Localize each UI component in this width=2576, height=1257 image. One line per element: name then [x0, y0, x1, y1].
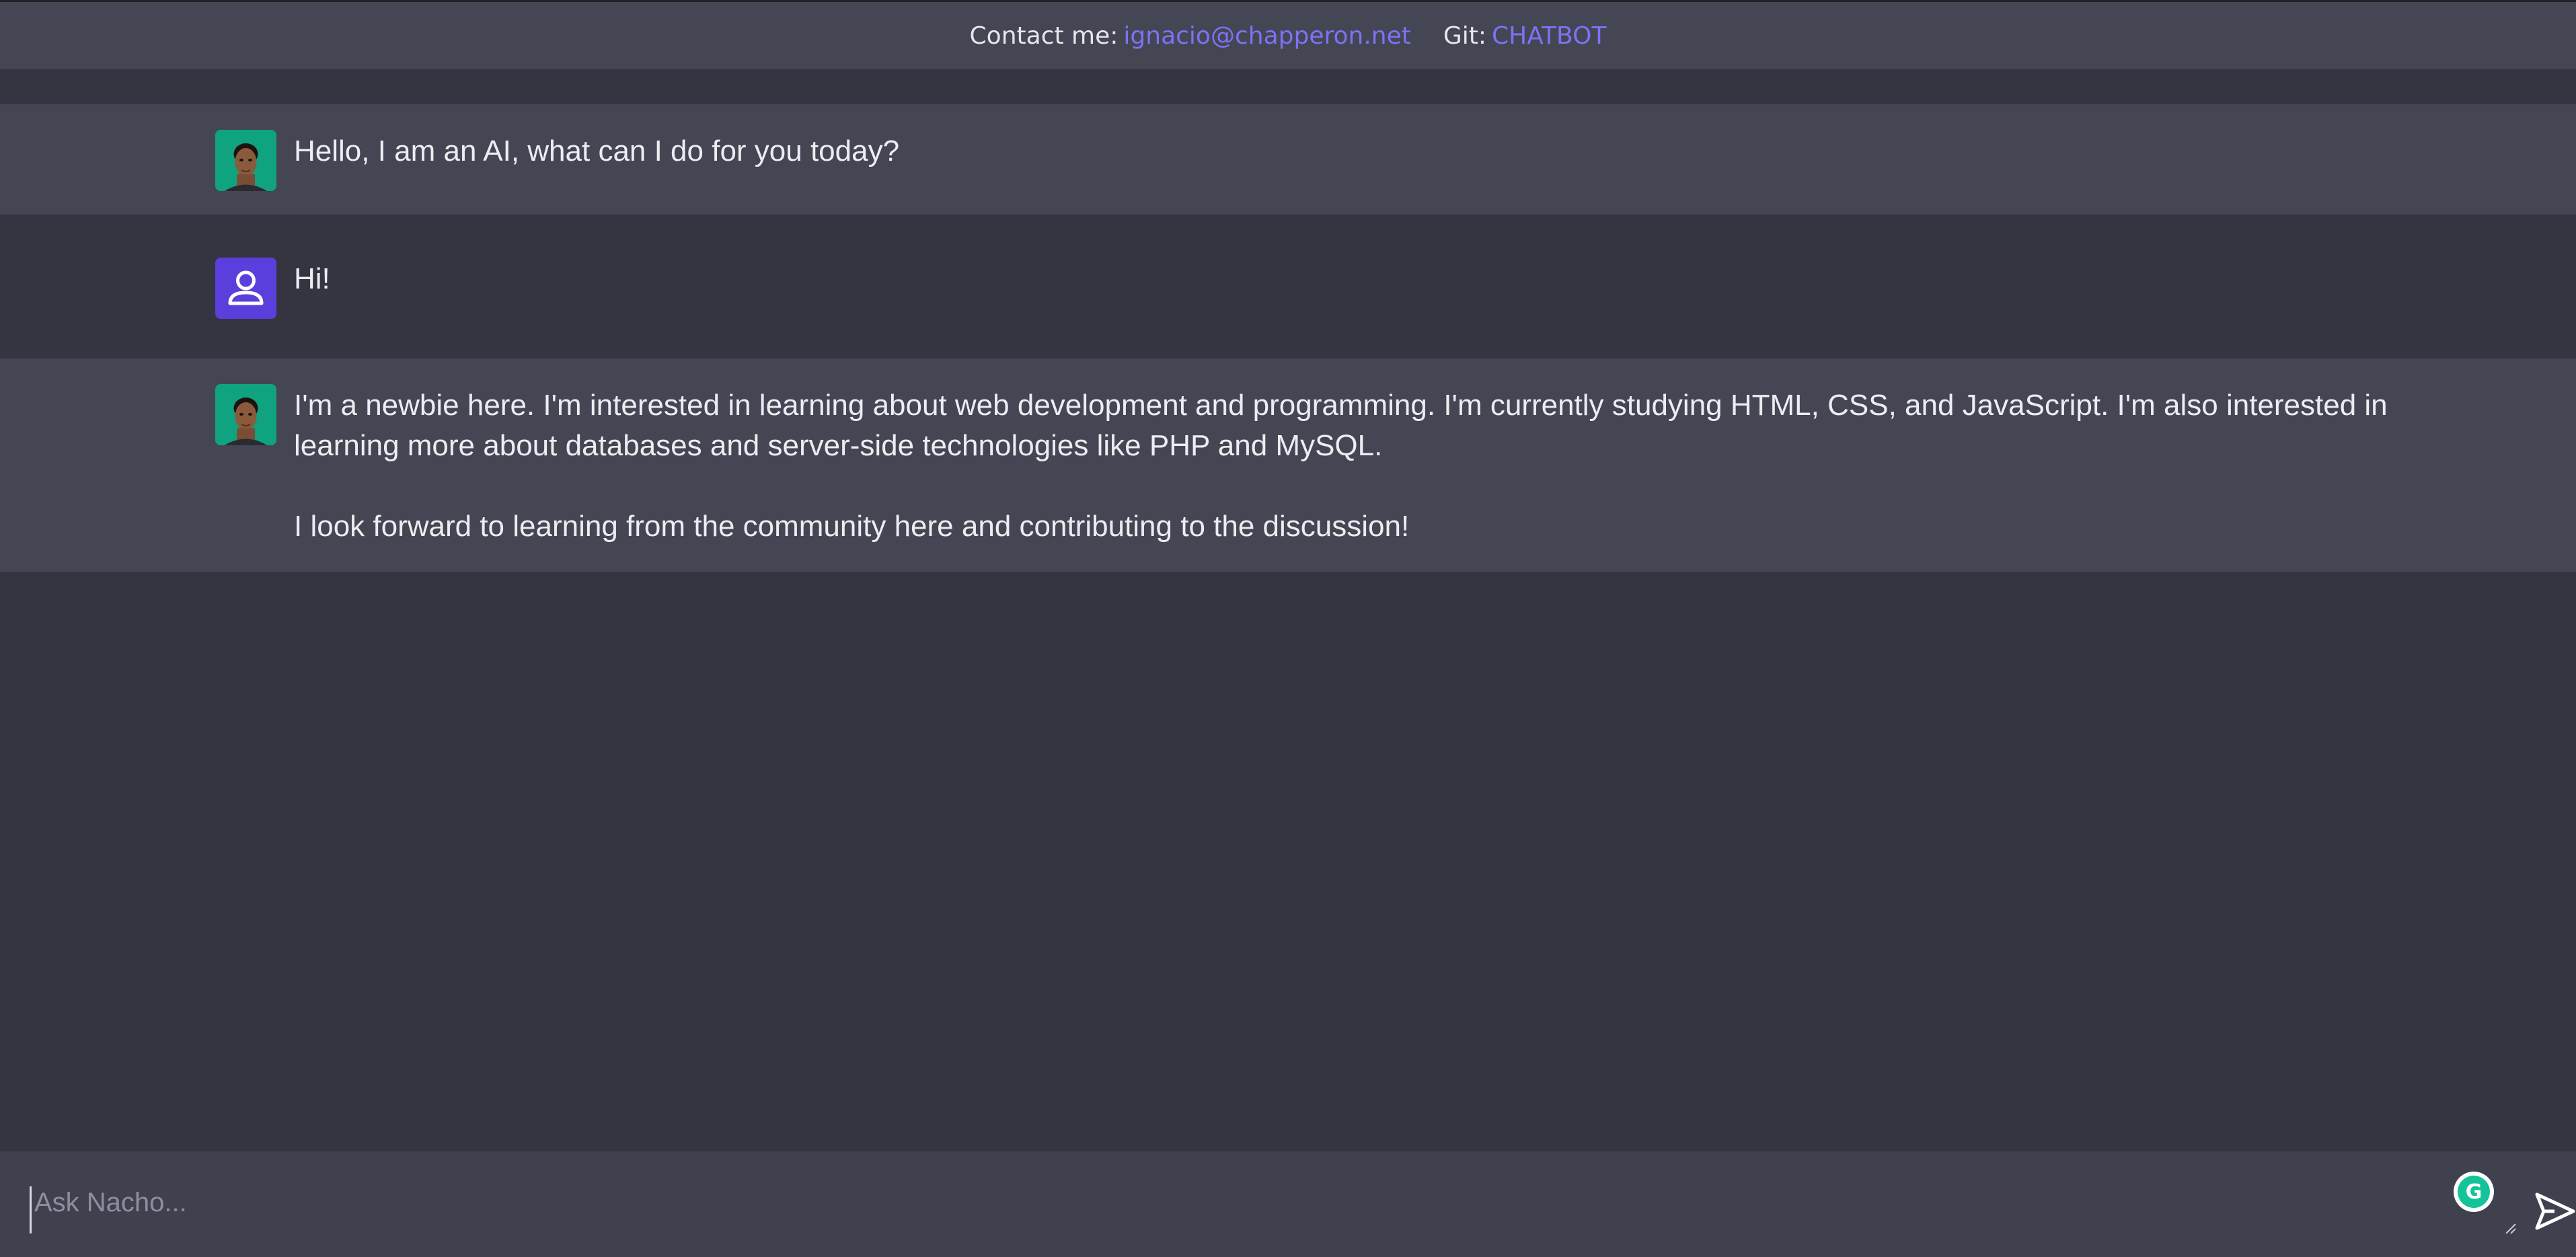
send-icon[interactable] [2534, 1190, 2576, 1232]
bot-avatar-icon [215, 130, 276, 191]
chat-message-ai: Hello, I am an AI, what can I do for you… [0, 104, 2576, 215]
contact-label: Contact me: [969, 22, 1119, 50]
message-text: I'm a newbie here. I'm interested in lea… [294, 384, 2388, 547]
git-info: Git: CHATBOT [1443, 22, 1607, 50]
message-paragraph: Hello, I am an AI, what can I do for you… [294, 135, 900, 167]
grammarly-icon[interactable]: G [2454, 1172, 2494, 1212]
git-label: Git: [1443, 22, 1487, 50]
git-repo-link[interactable]: CHATBOT [1492, 22, 1606, 50]
message-text: Hi! [294, 258, 330, 299]
message-composer: G [0, 1151, 2576, 1257]
prompt-input[interactable] [30, 1186, 2485, 1233]
message-paragraph: Hi! [294, 262, 330, 295]
user-avatar-icon [215, 258, 276, 319]
chat-message-user: Hi! [0, 215, 2576, 358]
chat-message-ai: I'm a newbie here. I'm interested in lea… [0, 358, 2576, 572]
contact-email-link[interactable]: ignacio@chapperon.net [1123, 22, 1410, 50]
bot-avatar-icon [215, 384, 276, 445]
chat-thread: Hello, I am an AI, what can I do for you… [0, 104, 2576, 572]
message-text: Hello, I am an AI, what can I do for you… [294, 130, 899, 172]
top-bar: Contact me: ignacio@chapperon.net Git: C… [0, 0, 2576, 69]
message-paragraph: I'm a newbie here. I'm interested in lea… [294, 389, 2388, 462]
contact-info: Contact me: ignacio@chapperon.net [970, 22, 1411, 50]
resize-handle-icon[interactable] [2503, 1221, 2517, 1235]
message-paragraph: I look forward to learning from the comm… [294, 510, 1410, 543]
